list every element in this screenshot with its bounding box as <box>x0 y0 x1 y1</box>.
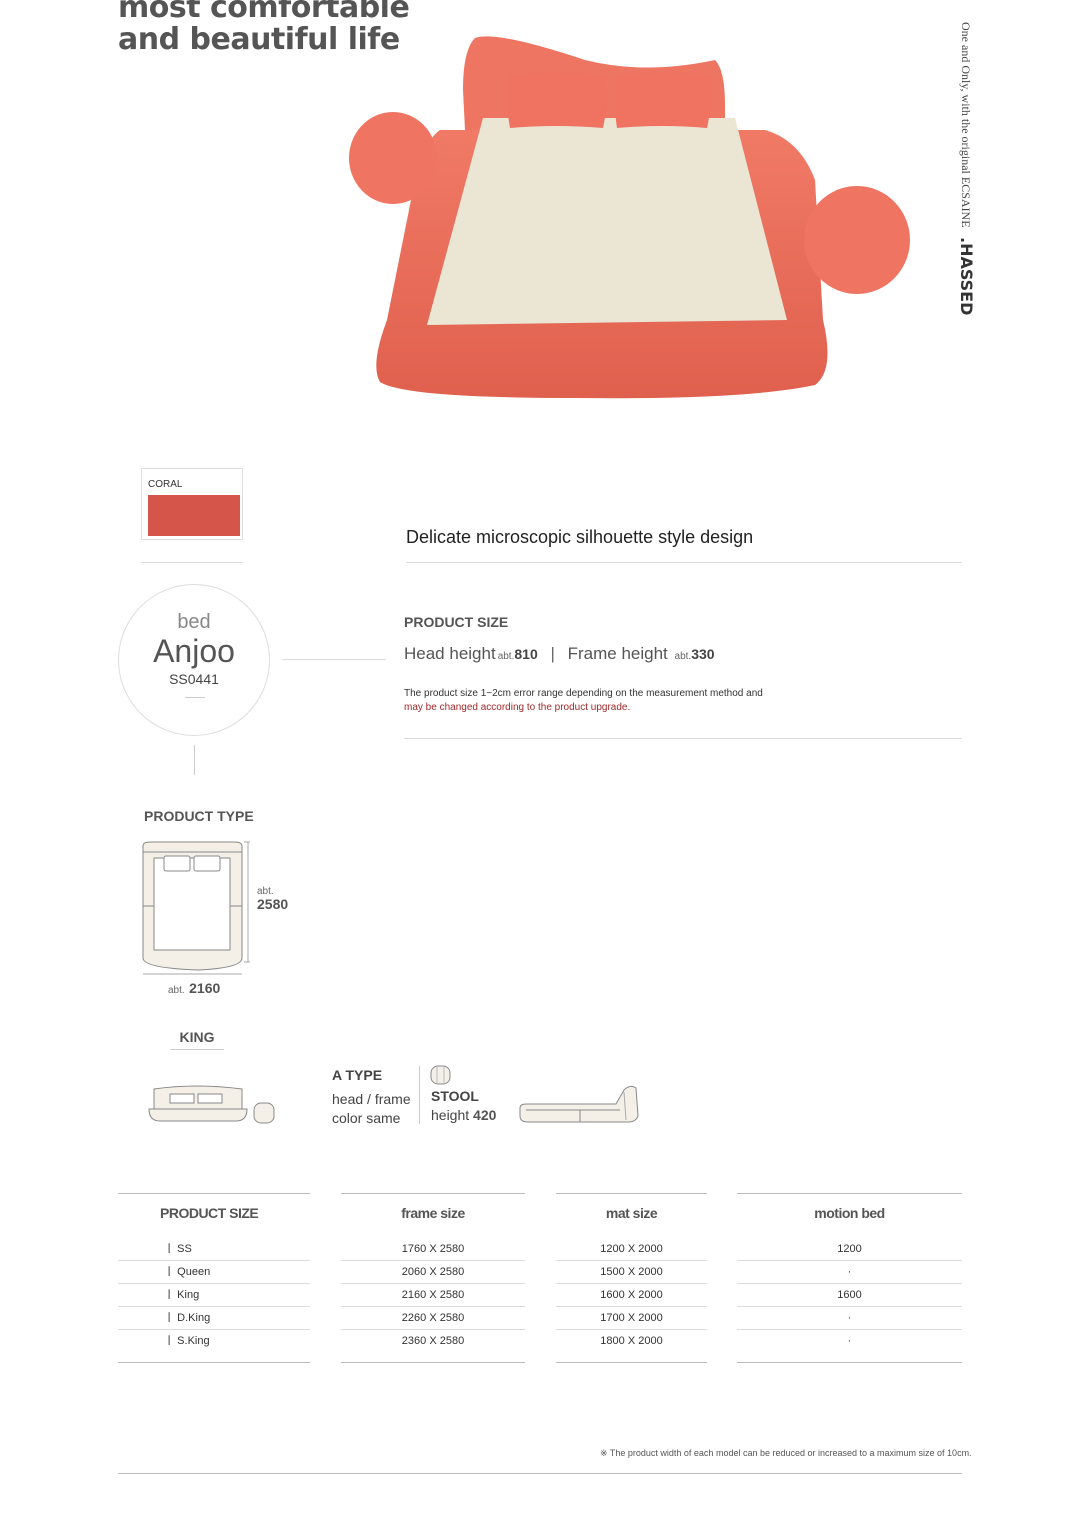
table-header: PRODUCT SIZE <box>160 1205 259 1221</box>
bottom-divider <box>118 1473 962 1474</box>
frame-height-value: 330 <box>691 646 715 662</box>
table-cell: 2160 X 2580 <box>341 1284 525 1307</box>
connector-line-vertical <box>194 745 195 775</box>
table-cell: 2060 X 2580 <box>341 1261 525 1284</box>
table-cell: · <box>737 1330 962 1363</box>
table-cell: ㅣ D.King <box>118 1307 310 1330</box>
size-column-frame: frame size 1760 X 2580 2060 X 2580 2160 … <box>341 1193 525 1363</box>
product-category: bed <box>177 611 211 633</box>
table-cell: 1500 X 2000 <box>556 1261 707 1284</box>
bed-front-view-diagram <box>148 1085 275 1124</box>
divider <box>406 562 962 563</box>
bed-side-view-diagram <box>519 1085 639 1123</box>
table-cell: ㅣ King <box>118 1284 310 1307</box>
table-cell: 2260 X 2580 <box>341 1307 525 1330</box>
color-swatch[interactable]: CORAL <box>141 468 243 540</box>
brand-logo-text: .HASSED <box>957 236 976 315</box>
product-name-badge: bed Anjoo SS0441 <box>118 584 270 736</box>
table-header: motion bed <box>814 1205 885 1221</box>
table-cell: 1700 X 2000 <box>556 1307 707 1330</box>
size-column-mat: mat size 1200 X 2000 1500 X 2000 1600 X … <box>556 1193 707 1363</box>
head-height-value: 810 <box>514 646 538 662</box>
table-cell: ㅣ Queen <box>118 1261 310 1284</box>
table-cell: · <box>737 1307 962 1330</box>
table-cell: 1760 X 2580 <box>341 1238 525 1261</box>
abt-label: abt. <box>674 651 692 662</box>
product-size-title: PRODUCT SIZE <box>404 614 509 630</box>
badge-dash <box>185 697 205 698</box>
table-cell: 1200 <box>737 1238 962 1261</box>
table-cell: 1800 X 2000 <box>556 1330 707 1363</box>
width-dimension: abt. 2160 <box>168 980 220 998</box>
pillow-right <box>615 73 711 128</box>
head-height-label: Head height <box>404 644 496 663</box>
swatch-chip <box>148 495 240 536</box>
a-type-title: A TYPE <box>332 1067 383 1083</box>
product-type-title: PRODUCT TYPE <box>144 808 254 824</box>
a-type-line-1: head / frame <box>332 1091 411 1107</box>
a-type-line-2: color same <box>332 1110 401 1126</box>
width-value: 2160 <box>189 980 221 996</box>
pillow-left <box>507 73 607 128</box>
size-column-product: PRODUCT SIZE ㅣ SS ㅣ Queen ㅣ King ㅣ D.Kin… <box>118 1193 310 1363</box>
vertical-divider <box>419 1066 420 1124</box>
vertical-tagline: One and Only, with the original ECSAINE <box>959 22 973 228</box>
table-cell: 1600 <box>737 1284 962 1307</box>
headline-line-1: most comfortable <box>118 0 410 25</box>
vertical-brand-text: One and Only, with the original ECSAINE … <box>957 22 976 315</box>
stool-title: STOOL <box>431 1088 479 1104</box>
product-name: Anjoo <box>153 633 235 669</box>
table-cell: 2360 X 2580 <box>341 1330 525 1363</box>
table-header: frame size <box>401 1205 465 1221</box>
table-cell: 1600 X 2000 <box>556 1284 707 1307</box>
stool-height-value: 420 <box>473 1107 497 1123</box>
footnote: ※ The product width of each model can be… <box>600 1448 972 1458</box>
stool-left <box>349 112 437 204</box>
table-cell: 1200 X 2000 <box>556 1238 707 1261</box>
abt-label: abt. <box>168 985 185 996</box>
bed-product-image <box>349 36 910 399</box>
frame-height-label: Frame height <box>567 644 668 663</box>
length-dimension: abt. 2580 <box>257 885 288 911</box>
product-code: SS0441 <box>169 671 219 687</box>
table-header: mat size <box>605 1205 658 1221</box>
mattress <box>427 118 787 325</box>
stool-height: height 420 <box>431 1107 496 1123</box>
table-cell: ㅣ S.King <box>118 1330 310 1363</box>
bed-top-view-diagram <box>142 841 250 975</box>
upgrade-note: may be changed according to the product … <box>404 702 631 713</box>
size-column-motion: motion bed 1200 · 1600 · · <box>737 1193 962 1363</box>
a-type-description: head / frame color same <box>332 1090 411 1128</box>
table-cell: ㅣ SS <box>118 1238 310 1261</box>
connector-line <box>282 659 386 660</box>
divider <box>141 562 243 563</box>
divider <box>404 738 962 739</box>
king-label: KING <box>170 1029 224 1050</box>
stool-right <box>804 186 910 294</box>
design-tagline: Delicate microscopic silhouette style de… <box>406 527 754 547</box>
length-value: 2580 <box>257 896 289 912</box>
size-note: The product size 1~2cm error range depen… <box>404 688 763 699</box>
stool-icon <box>430 1065 451 1085</box>
stool-height-label: height <box>431 1107 470 1123</box>
abt-label: abt. <box>497 651 515 662</box>
table-cell: · <box>737 1261 962 1284</box>
separator: | <box>550 644 555 663</box>
swatch-label: CORAL <box>148 479 183 490</box>
product-dimensions: Head height abt.810 | Frame height abt.33… <box>404 644 715 664</box>
